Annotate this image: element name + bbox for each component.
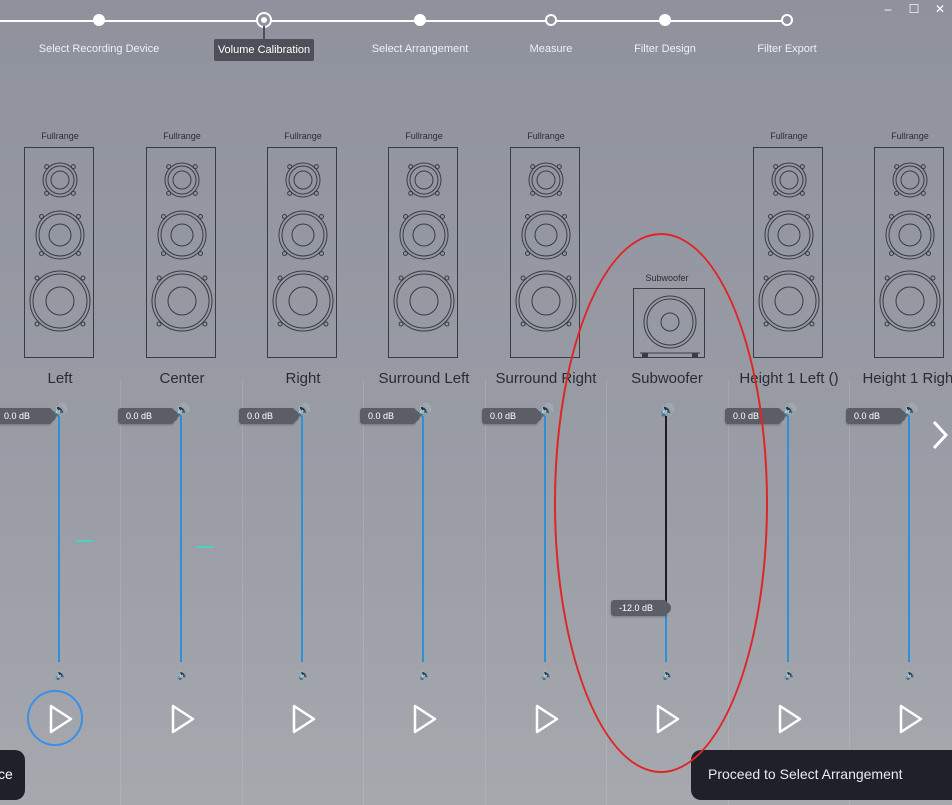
step-label: Filter Design — [634, 43, 696, 55]
play-button[interactable] — [157, 698, 205, 740]
volume-slider-track[interactable] — [180, 416, 182, 662]
speaker-cabinet-icon — [146, 147, 216, 358]
channel-name: Center — [159, 370, 205, 387]
channel-column: Fullrange Height 1 Right 🔊 🔈 0.0 dB — [846, 120, 952, 805]
volume-down-icon: 🔈 — [177, 670, 190, 681]
step-dot — [781, 14, 793, 26]
speaker-cabinet-icon — [874, 147, 944, 358]
channel-column: Fullrange Height 1 Left () 🔊 🔈 0.0 dB — [725, 120, 849, 805]
play-button[interactable] — [764, 698, 812, 740]
play-button[interactable] — [27, 690, 83, 746]
back-button[interactable]: ce — [0, 750, 25, 800]
proceed-button-label: Proceed to Select Arrangement — [708, 766, 903, 782]
volume-value-handle[interactable]: 0.0 dB — [0, 408, 56, 424]
volume-value-handle[interactable]: 0.0 dB — [118, 408, 178, 424]
channel-type-label: Fullrange — [527, 131, 565, 141]
play-button[interactable] — [521, 698, 569, 740]
channel-name: Height 1 Right — [862, 370, 952, 387]
play-icon — [157, 704, 205, 744]
channel-type-label: Fullrange — [770, 131, 808, 141]
step-dot — [545, 14, 557, 26]
channel-type-label: Fullrange — [41, 131, 79, 141]
play-button[interactable] — [885, 698, 933, 740]
volume-down-icon: 🔈 — [541, 670, 554, 681]
volume-down-icon: 🔈 — [55, 670, 68, 681]
channel-column: Fullrange Right 🔊 🔈 0.0 dB — [239, 120, 363, 805]
channel-column: Fullrange Surround Left 🔊 🔈 0.0 dB — [360, 120, 484, 805]
step-label: Filter Export — [757, 43, 817, 55]
wizard-stepper: Select Recording Device Volume Calibrati… — [0, 0, 952, 70]
volume-slider-fill — [665, 608, 667, 662]
channel-column: Subwoofer Subwoofer 🔊 🔈 -12.0 dB — [607, 120, 727, 805]
volume-slider-track[interactable] — [58, 416, 60, 662]
volume-down-icon: 🔈 — [905, 670, 918, 681]
channel-type-label: Subwoofer — [645, 273, 689, 283]
reference-level-marker — [76, 540, 93, 542]
reference-level-marker — [197, 546, 214, 548]
channel-type-label: Fullrange — [405, 131, 443, 141]
volume-down-icon: 🔈 — [419, 670, 432, 681]
channel-type-label: Fullrange — [284, 131, 322, 141]
volume-slider-track[interactable] — [544, 416, 546, 662]
channel-name: Height 1 Left () — [739, 370, 839, 387]
stepper-line — [0, 20, 790, 22]
play-icon — [399, 704, 447, 744]
volume-value-handle[interactable]: 0.0 dB — [482, 408, 542, 424]
volume-down-icon: 🔈 — [784, 670, 797, 681]
speaker-cabinet-icon — [24, 147, 94, 358]
volume-slider-track[interactable] — [787, 416, 789, 662]
volume-value-handle[interactable]: 0.0 dB — [846, 408, 906, 424]
volume-up-icon: 🔊 — [660, 403, 675, 417]
volume-down-icon: 🔈 — [662, 670, 675, 681]
step-tick — [263, 26, 265, 39]
chevron-right-icon[interactable] — [930, 418, 950, 452]
channel-name: Subwoofer — [631, 370, 703, 387]
play-button[interactable] — [399, 698, 447, 740]
volume-value-handle[interactable]: 0.0 dB — [725, 408, 785, 424]
step-label: Select Arrangement — [371, 43, 469, 55]
play-icon — [278, 704, 326, 744]
focus-ring — [27, 690, 83, 746]
play-button[interactable] — [278, 698, 326, 740]
speaker-cabinet-icon — [510, 147, 580, 358]
volume-value-handle[interactable]: -12.0 dB — [611, 599, 671, 616]
volume-slider-track[interactable] — [908, 416, 910, 662]
volume-value-handle[interactable]: 0.0 dB — [239, 408, 299, 424]
proceed-button[interactable]: Proceed to Select Arrangement — [691, 750, 952, 800]
step-label: Select Recording Device — [38, 43, 160, 55]
play-icon — [521, 704, 569, 744]
speaker-cabinet-icon — [753, 147, 823, 358]
step-dot — [659, 14, 671, 26]
channel-column: Fullrange Surround Right 🔊 🔈 0.0 dB — [482, 120, 606, 805]
subwoofer-icon — [633, 288, 705, 358]
step-dot — [414, 14, 426, 26]
channel-type-label: Fullrange — [891, 131, 929, 141]
volume-slider-track[interactable] — [422, 416, 424, 662]
play-button[interactable] — [642, 698, 690, 740]
volume-value-handle[interactable]: 0.0 dB — [360, 408, 420, 424]
back-button-label: ce — [0, 766, 13, 782]
channel-type-label: Fullrange — [163, 131, 201, 141]
step-dot — [93, 14, 105, 26]
channel-name: Right — [285, 370, 321, 387]
column-separator — [120, 380, 121, 805]
speaker-cabinet-icon — [388, 147, 458, 358]
channel-name: Surround Right — [495, 370, 597, 387]
speaker-cabinet-icon — [267, 147, 337, 358]
volume-down-icon: 🔈 — [298, 670, 311, 681]
channel-name: Left — [47, 370, 73, 387]
play-icon — [764, 704, 812, 744]
channel-column: Fullrange Left 🔊 🔈 0.0 dB — [0, 120, 120, 805]
play-icon — [642, 704, 690, 744]
volume-slider-track[interactable] — [301, 416, 303, 662]
play-icon — [885, 704, 933, 744]
step-label: Volume Calibration — [214, 39, 314, 61]
channel-name: Surround Left — [378, 370, 470, 387]
channel-column: Fullrange Center 🔊 🔈 0.0 dB — [118, 120, 242, 805]
